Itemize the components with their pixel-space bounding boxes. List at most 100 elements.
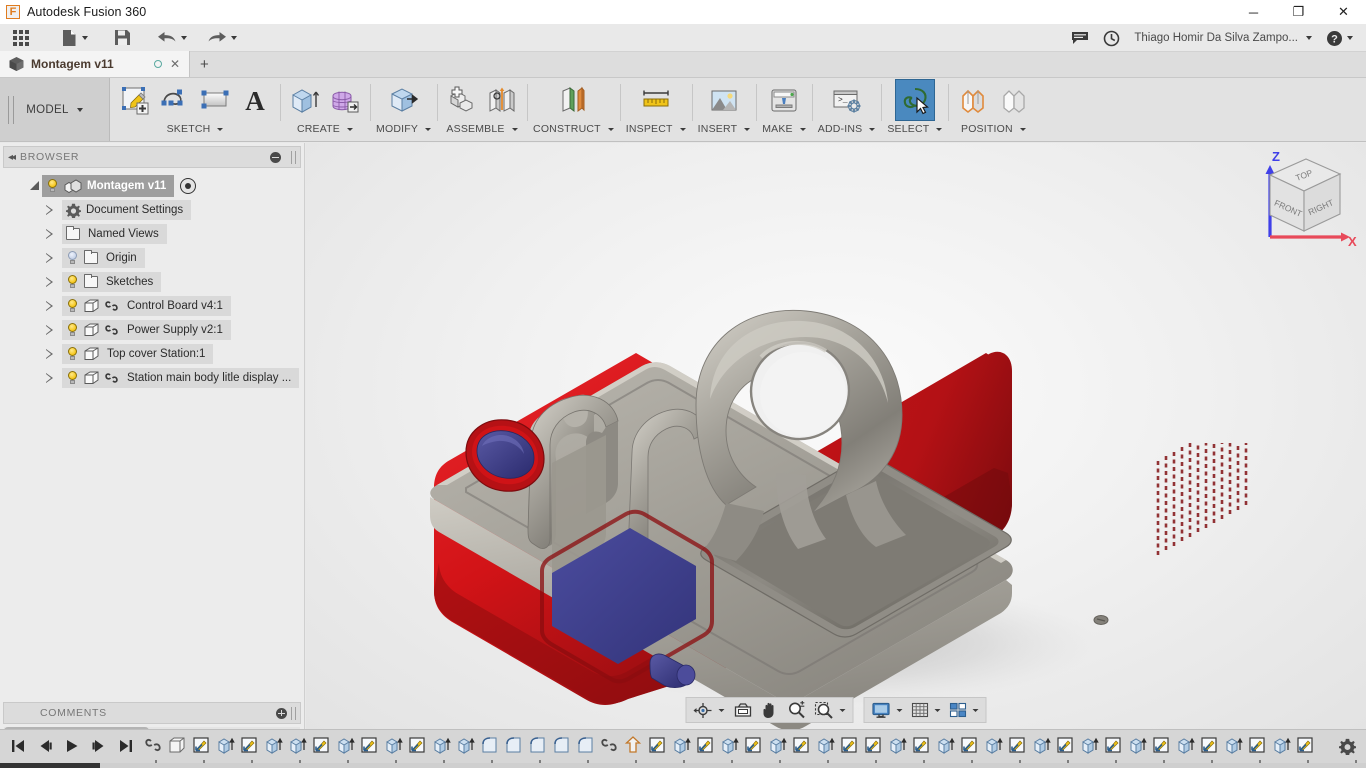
new-file-button[interactable] xyxy=(54,24,95,52)
extrude-tool[interactable] xyxy=(286,80,324,120)
visibility-bulb-icon[interactable] xyxy=(46,179,59,193)
timeline-feature-extrude[interactable] xyxy=(1222,733,1245,757)
comment-button[interactable] xyxy=(1064,24,1096,52)
timeline-feature-sketch[interactable] xyxy=(406,733,429,757)
offset-plane-tool[interactable] xyxy=(554,80,592,120)
ribbon-group-label-modify[interactable]: MODIFY xyxy=(376,123,432,135)
timeline-feature-sketch[interactable] xyxy=(838,733,861,757)
timeline-play[interactable] xyxy=(60,734,84,758)
tree-item-control-board[interactable]: Control Board v4:1 xyxy=(0,294,304,318)
timeline-feature-extrude[interactable] xyxy=(430,733,453,757)
timeline-feature-sketch[interactable] xyxy=(1006,733,1029,757)
new-component-tool[interactable] xyxy=(443,80,481,120)
version-history-button[interactable] xyxy=(1096,24,1127,52)
tree-item-power-supply[interactable]: Power Supply v2:1 xyxy=(0,318,304,342)
soldering-station-assembly[interactable] xyxy=(306,143,1366,729)
timeline-feature-sketch[interactable] xyxy=(958,733,981,757)
timeline-feature-extrude[interactable] xyxy=(766,733,789,757)
create-form-tool[interactable] xyxy=(326,80,364,120)
pan-tool[interactable] xyxy=(758,699,783,721)
timeline-feature-sketch[interactable] xyxy=(742,733,765,757)
timeline-feature-sketch[interactable] xyxy=(910,733,933,757)
timeline-feature-move[interactable] xyxy=(622,733,645,757)
timeline-go-to-beginning[interactable] xyxy=(6,734,30,758)
tree-item-top-cover-station[interactable]: Top cover Station:1 xyxy=(0,342,304,366)
timeline-feature-sketch[interactable] xyxy=(1294,733,1317,757)
visibility-bulb-icon[interactable] xyxy=(66,347,79,361)
expander-closed-icon[interactable] xyxy=(42,275,56,289)
tree-root-montagem[interactable]: Montagem v11 xyxy=(0,174,304,198)
visibility-bulb-icon[interactable] xyxy=(66,251,79,265)
timeline-feature-sketch[interactable] xyxy=(190,733,213,757)
plus-circle-icon[interactable] xyxy=(276,707,287,719)
tree-item-station-main-body[interactable]: Station main body litle display ... xyxy=(0,366,304,390)
panel-grip[interactable] xyxy=(291,706,296,720)
ribbon-group-label-create[interactable]: CREATE xyxy=(297,123,353,135)
press-pull-tool[interactable] xyxy=(385,80,423,120)
timeline-feature-sketch[interactable] xyxy=(1150,733,1173,757)
viewports-button[interactable] xyxy=(946,699,983,721)
tree-item-sketches[interactable]: Sketches xyxy=(0,270,304,294)
timeline-feature-extrude[interactable] xyxy=(214,733,237,757)
timeline-feature-body[interactable] xyxy=(166,733,189,757)
close-tab-icon[interactable]: ✕ xyxy=(168,57,182,71)
timeline-feature-sketch[interactable] xyxy=(862,733,885,757)
timeline-feature-extrude[interactable] xyxy=(382,733,405,757)
app-grid-button[interactable] xyxy=(6,24,36,52)
document-tab-montagem[interactable]: Montagem v11 ✕ xyxy=(0,51,190,77)
timeline-feature-extrude[interactable] xyxy=(1030,733,1053,757)
timeline-feature-sketch[interactable] xyxy=(358,733,381,757)
save-button[interactable] xyxy=(107,24,138,52)
ribbon-group-label-inspect[interactable]: INSPECT xyxy=(626,123,686,135)
ribbon-group-label-assemble[interactable]: ASSEMBLE xyxy=(446,123,518,135)
visibility-bulb-icon[interactable] xyxy=(66,323,79,337)
timeline-feature-sketch[interactable] xyxy=(790,733,813,757)
viewport-canvas[interactable]: Z X TOP FRONT RIGHT xyxy=(306,143,1366,729)
minimize-button[interactable]: ─ xyxy=(1231,0,1276,24)
timeline-step-forward[interactable] xyxy=(87,734,111,758)
select-tool[interactable] xyxy=(894,79,935,121)
timeline-feature-fillet[interactable] xyxy=(550,733,573,757)
display-settings-button[interactable] xyxy=(868,699,907,721)
zoom-window-tool[interactable] xyxy=(811,699,850,721)
comments-bar[interactable]: COMMENTS xyxy=(3,702,301,724)
view-cube[interactable]: Z X TOP FRONT RIGHT xyxy=(1248,143,1360,251)
timeline-feature-fillet[interactable] xyxy=(574,733,597,757)
timeline-feature-sketch[interactable] xyxy=(646,733,669,757)
timeline-feature-extrude[interactable] xyxy=(1270,733,1293,757)
timeline-feature-sketch[interactable] xyxy=(694,733,717,757)
activate-component-icon[interactable] xyxy=(180,178,197,194)
orbit-tool[interactable] xyxy=(690,699,729,721)
visibility-bulb-icon[interactable] xyxy=(66,299,79,313)
measure-tool[interactable] xyxy=(637,80,675,120)
zoom-tool[interactable] xyxy=(784,699,810,721)
timeline-feature-sketch[interactable] xyxy=(1246,733,1269,757)
timeline-feature-fillet[interactable] xyxy=(478,733,501,757)
user-account-menu[interactable]: Thiago Homir Da Silva Zampo... xyxy=(1127,24,1319,52)
timeline-feature-fillet[interactable] xyxy=(502,733,525,757)
look-at-tool[interactable] xyxy=(730,699,757,721)
expander-closed-icon[interactable] xyxy=(42,203,56,217)
new-tab-button[interactable]: + xyxy=(190,53,219,77)
timeline-feature-extrude[interactable] xyxy=(454,733,477,757)
ribbon-group-label-construct[interactable]: CONSTRUCT xyxy=(533,123,614,135)
timeline-feature-extrude[interactable] xyxy=(670,733,693,757)
redo-button[interactable] xyxy=(200,24,244,52)
timeline-feature-extrude[interactable] xyxy=(982,733,1005,757)
double-left-arrow-icon[interactable]: ◂◂ xyxy=(8,152,16,163)
grid-snaps-button[interactable] xyxy=(908,699,945,721)
timeline-feature-extrude[interactable] xyxy=(934,733,957,757)
workspace-selector[interactable]: MODEL xyxy=(0,78,110,141)
undo-button[interactable] xyxy=(150,24,194,52)
ribbon-group-label-select[interactable]: SELECT xyxy=(887,123,943,135)
timeline-feature-sketch[interactable] xyxy=(1102,733,1125,757)
expander-open-icon[interactable] xyxy=(28,179,42,193)
timeline-feature-extrude[interactable] xyxy=(1126,733,1149,757)
scripts-addins-tool[interactable]: >_ xyxy=(828,80,866,120)
ribbon-group-label-insert[interactable]: INSERT xyxy=(698,123,751,135)
ribbon-group-label-sketch[interactable]: SKETCH xyxy=(167,123,224,135)
timeline-settings-button[interactable] xyxy=(1339,738,1356,755)
timeline-feature-link[interactable] xyxy=(598,733,621,757)
timeline-feature-sketch[interactable] xyxy=(310,733,333,757)
timeline-feature-extrude[interactable] xyxy=(1078,733,1101,757)
